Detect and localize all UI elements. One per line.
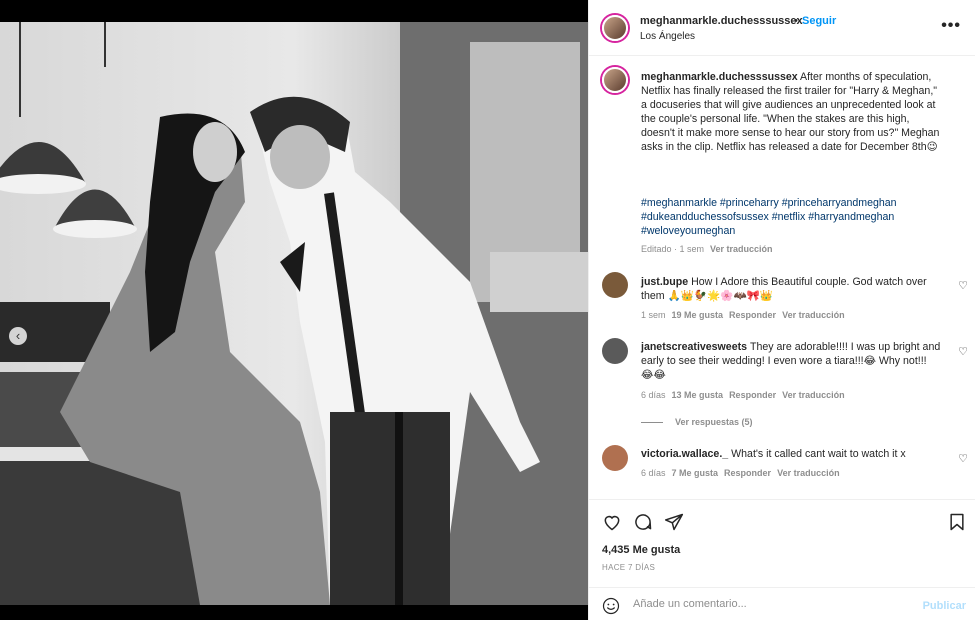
comment-time: 6 días <box>641 468 666 478</box>
instagram-post-modal: ‹ meghanmarkle.duchesssussex • Seguir Lo… <box>0 0 975 620</box>
heart-icon[interactable] <box>602 512 622 532</box>
comment-username[interactable]: just.bupe <box>641 276 688 288</box>
caption-edited-time: Editado · 1 sem <box>641 244 705 254</box>
comment-icon[interactable] <box>633 512 653 532</box>
caption-username[interactable]: meghanmarkle.duchesssussex <box>641 71 798 83</box>
view-replies-label[interactable]: Ver respuestas (5) <box>675 417 753 427</box>
comment-likes[interactable]: 7 Me gusta <box>672 468 719 478</box>
replies-divider-line <box>641 422 663 424</box>
separator-dot: • <box>794 15 798 27</box>
post-caption: meghanmarkle.duchesssussex After months … <box>641 70 941 155</box>
comment-input[interactable] <box>633 598 913 610</box>
caption-translate-link[interactable]: Ver traducción <box>710 244 773 254</box>
comment-translate-link[interactable]: Ver traducción <box>777 468 840 478</box>
comment-avatar[interactable] <box>602 338 628 364</box>
comment-text: janetscreativesweets They are adorable!!!… <box>641 340 941 382</box>
comment-reply-button[interactable]: Responder <box>724 468 771 478</box>
post-header: meghanmarkle.duchesssussex • Seguir Los … <box>589 0 975 56</box>
comment-meta: 6 días 13 Me gusta Responder Ver traducción <box>641 390 845 400</box>
comment-reply-button[interactable]: Responder <box>729 310 776 320</box>
caption-meta: Editado · 1 sem Ver traducción <box>641 244 773 254</box>
view-replies-button[interactable]: Ver respuestas (5) <box>641 417 753 427</box>
comment-body: What's it called cant wait to watch it x <box>731 448 906 460</box>
comment-avatar[interactable] <box>602 445 628 471</box>
comment-meta: 6 días 7 Me gusta Responder Ver traducción <box>641 468 840 478</box>
post-photo[interactable]: ‹ <box>0 22 588 605</box>
comment-text: victoria.wallace._ What's it called cant … <box>641 447 941 461</box>
more-options-icon[interactable]: ••• <box>941 17 961 35</box>
carousel-prev-button[interactable]: ‹ <box>9 327 27 345</box>
comments-section[interactable]: meghanmarkle.duchesssussex After months … <box>589 56 975 499</box>
post-time-ago: HACE 7 DÍAS <box>602 563 656 572</box>
add-comment-bar: Publicar <box>589 587 975 620</box>
publish-comment-button[interactable]: Publicar <box>923 600 966 612</box>
comment-username[interactable]: victoria.wallace._ <box>641 448 728 460</box>
post-like-count[interactable]: 4,435 Me gusta <box>602 544 680 556</box>
caption-text: After months of speculation, Netflix has… <box>641 71 940 154</box>
comment-meta: 1 sem 19 Me gusta Responder Ver traducción <box>641 310 845 320</box>
post-details-panel: meghanmarkle.duchesssussex • Seguir Los … <box>588 0 975 620</box>
author-username[interactable]: meghanmarkle.duchesssussex <box>640 15 803 27</box>
comment-time: 1 sem <box>641 310 666 320</box>
photo-couple-kiss-kitchen <box>0 22 588 605</box>
caption-hashtags[interactable]: #meghanmarkle #princeharry #princeharrya… <box>641 196 941 238</box>
comment-time: 6 días <box>641 390 666 400</box>
comment-like-heart-icon[interactable]: ♡ <box>958 279 968 292</box>
comment-likes[interactable]: 19 Me gusta <box>672 310 724 320</box>
comment-text: just.bupe How I Adore this Beautiful coup… <box>641 275 941 303</box>
emoji-icon[interactable] <box>602 597 620 615</box>
bookmark-icon[interactable] <box>947 512 967 532</box>
author-avatar[interactable] <box>602 15 628 41</box>
comment-likes[interactable]: 13 Me gusta <box>672 390 724 400</box>
comment-translate-link[interactable]: Ver traducción <box>782 390 845 400</box>
comment-avatar[interactable] <box>602 272 628 298</box>
comment-translate-link[interactable]: Ver traducción <box>782 310 845 320</box>
post-location[interactable]: Los Ángeles <box>640 31 695 42</box>
share-icon[interactable] <box>664 512 684 532</box>
comment-like-heart-icon[interactable]: ♡ <box>958 345 968 358</box>
post-actions: 4,435 Me gusta HACE 7 DÍAS <box>589 499 975 585</box>
comment-username[interactable]: janetscreativesweets <box>641 341 747 353</box>
comment-reply-button[interactable]: Responder <box>729 390 776 400</box>
caption-author-avatar[interactable] <box>602 67 628 93</box>
comment-like-heart-icon[interactable]: ♡ <box>958 452 968 465</box>
follow-button[interactable]: Seguir <box>802 15 836 27</box>
